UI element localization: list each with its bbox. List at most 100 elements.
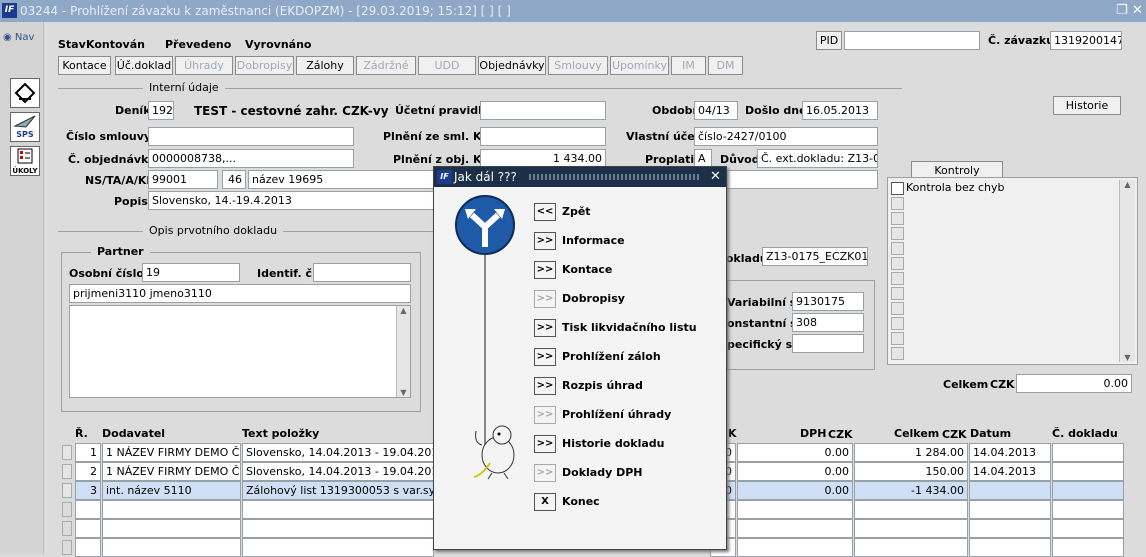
variabilni-field[interactable]: 9130175 [792,292,864,311]
identif-field[interactable] [313,263,411,282]
table-cell-cdokladu[interactable] [1052,519,1124,538]
kontace-button[interactable]: >> [534,261,556,279]
table-cell-celkem[interactable]: 1 284.00 [854,443,968,462]
pid-field[interactable] [844,31,980,50]
ta-name-field[interactable]: název 19695 [248,170,434,189]
table-cell-dph[interactable]: 0.00 [737,462,853,481]
table-cell-dph[interactable] [737,500,853,519]
tab-im[interactable]: IM [671,56,706,75]
table-cell-datum[interactable] [969,519,1051,538]
tab-dobropisy[interactable]: Dobropisy [235,56,294,75]
table-cell-dodavatel[interactable] [102,519,241,538]
kontroly-checkbox[interactable] [891,212,904,225]
row-selector[interactable] [62,502,72,517]
ukoly-button[interactable]: ÚKOLY [10,146,40,176]
row-selector[interactable] [62,483,72,498]
kontroly-checkbox[interactable] [891,317,904,330]
table-cell-dodavatel[interactable] [102,538,241,557]
tab-smlouvy[interactable]: Smlouvy [548,56,608,75]
table-cell-text[interactable] [242,519,434,538]
plneni-sml-field[interactable] [480,127,606,146]
tab--doklad[interactable]: Úč.doklad [115,56,173,75]
doklady-dph-button[interactable]: >> [534,464,556,482]
dobropisy-button[interactable]: >> [534,290,556,308]
kontroly-checkbox[interactable] [891,182,904,195]
table-cell-dodavatel[interactable]: 1 NÁZEV FIRMY DEMO Část [102,443,241,462]
kontroly-checkbox[interactable] [891,347,904,360]
table-cell-celkem[interactable] [854,500,968,519]
table-cell-r[interactable]: 1 [75,443,101,462]
vlastni-ucet-field[interactable]: číslo-2427/0100 [694,127,878,146]
popis-field[interactable]: Slovensko, 14.-19.4.2013 [148,191,434,210]
scrollbar[interactable]: ▲ ▼ [396,306,410,397]
kontroly-checkbox[interactable] [891,302,904,315]
doslo-field[interactable]: 16.05.2013 [802,101,878,120]
kontroly-checkbox[interactable] [891,332,904,345]
rozpis-uhrad-button[interactable]: >> [534,377,556,395]
table-cell-dodavatel[interactable]: 1 NÁZEV FIRMY DEMO Část [102,462,241,481]
ta-field[interactable]: 46 [222,170,246,189]
table-cell-dph[interactable]: 0.00 [737,481,853,500]
c-objednavky-field[interactable]: 0000008738,... [148,149,354,168]
duvod-field[interactable]: Č. ext.dokladu: Z13-017 [757,149,878,168]
table-cell-r[interactable]: 2 [75,462,101,481]
konstantni-field[interactable]: 308 [792,313,864,332]
kontroly-checkbox[interactable] [891,287,904,300]
kontroly-checkbox[interactable] [891,242,904,255]
prohlizeni-uhrady-button[interactable]: >> [534,406,556,424]
restore-icon[interactable]: ❐ [1116,0,1128,22]
tab-z-dr-n-[interactable]: Zádržné [356,56,416,75]
table-cell-cdokladu[interactable] [1052,538,1124,557]
zpet-button[interactable]: << [534,203,556,221]
scrollbar[interactable]: ▲ ▼ [1119,180,1135,362]
table-cell-celkem[interactable] [854,519,968,538]
denik-field[interactable]: 192 [148,101,174,120]
table-cell-datum[interactable]: 14.04.2013 [969,462,1051,481]
row-selector[interactable] [62,445,72,460]
table-cell-cdokladu[interactable] [1052,462,1124,481]
cislo-zavazku-field[interactable]: 1319200147 [1050,31,1122,50]
row-selector[interactable] [62,521,72,536]
table-cell-celkem[interactable]: 150.00 [854,462,968,481]
kontroly-checkbox[interactable] [891,272,904,285]
tab-upom-nky[interactable]: Upomínky [610,56,669,75]
tab-kontace[interactable]: Kontace [58,56,111,75]
table-cell-dodavatel[interactable]: int. název 5110 [102,481,241,500]
kontroly-checkbox[interactable] [891,227,904,240]
tab-dm[interactable]: DM [708,56,743,75]
cislo-smlouvy-field[interactable] [148,127,354,146]
table-cell-dph[interactable] [737,519,853,538]
celkem-field[interactable]: 0.00 [1016,374,1132,393]
table-cell-text[interactable] [242,500,434,519]
table-cell-datum[interactable]: 14.04.2013 [969,443,1051,462]
nav-toggle[interactable]: ◉ Nav [3,32,34,43]
table-cell-celkem[interactable] [854,538,968,557]
dokladu-field[interactable]: Z13-0175_ECZK01 [762,247,868,266]
table-cell-dph[interactable] [737,538,853,557]
prohlizeni-zaloh-button[interactable]: >> [534,348,556,366]
table-cell-dodavatel[interactable] [102,500,241,519]
partner-name-field[interactable]: prijmeni3110 jmeno3110 [69,284,411,303]
table-cell-r[interactable]: 3 [75,481,101,500]
kontroly-checkbox[interactable] [891,197,904,210]
tab-objedn-vky[interactable]: Objednávky [478,56,546,75]
scroll-down-icon[interactable]: ▼ [1120,353,1135,362]
extra-field[interactable] [726,170,878,189]
table-cell-dph[interactable]: 0.00 [737,443,853,462]
scroll-down-icon[interactable]: ▼ [397,388,410,397]
tab--hrady[interactable]: Úhrady [175,56,233,75]
historie-button[interactable]: Historie [1053,96,1121,115]
specificky-field[interactable] [792,334,864,353]
table-cell-datum[interactable] [969,481,1051,500]
table-cell-text[interactable]: Slovensko, 14.04.2013 - 19.04.2013 [242,443,434,462]
dialog-close-icon[interactable]: ✕ [710,167,721,187]
obdobi-field[interactable]: 04/13 [694,101,738,120]
ucetni-pravidlo-field[interactable] [480,101,606,120]
eraser-tool-button[interactable] [10,78,40,108]
kontroly-checkbox[interactable] [891,257,904,270]
row-selector[interactable] [62,464,72,479]
osobni-field[interactable]: 19 [142,263,240,282]
table-cell-text[interactable] [242,538,434,557]
row-selector[interactable] [62,540,72,555]
table-cell-r[interactable] [75,538,101,557]
